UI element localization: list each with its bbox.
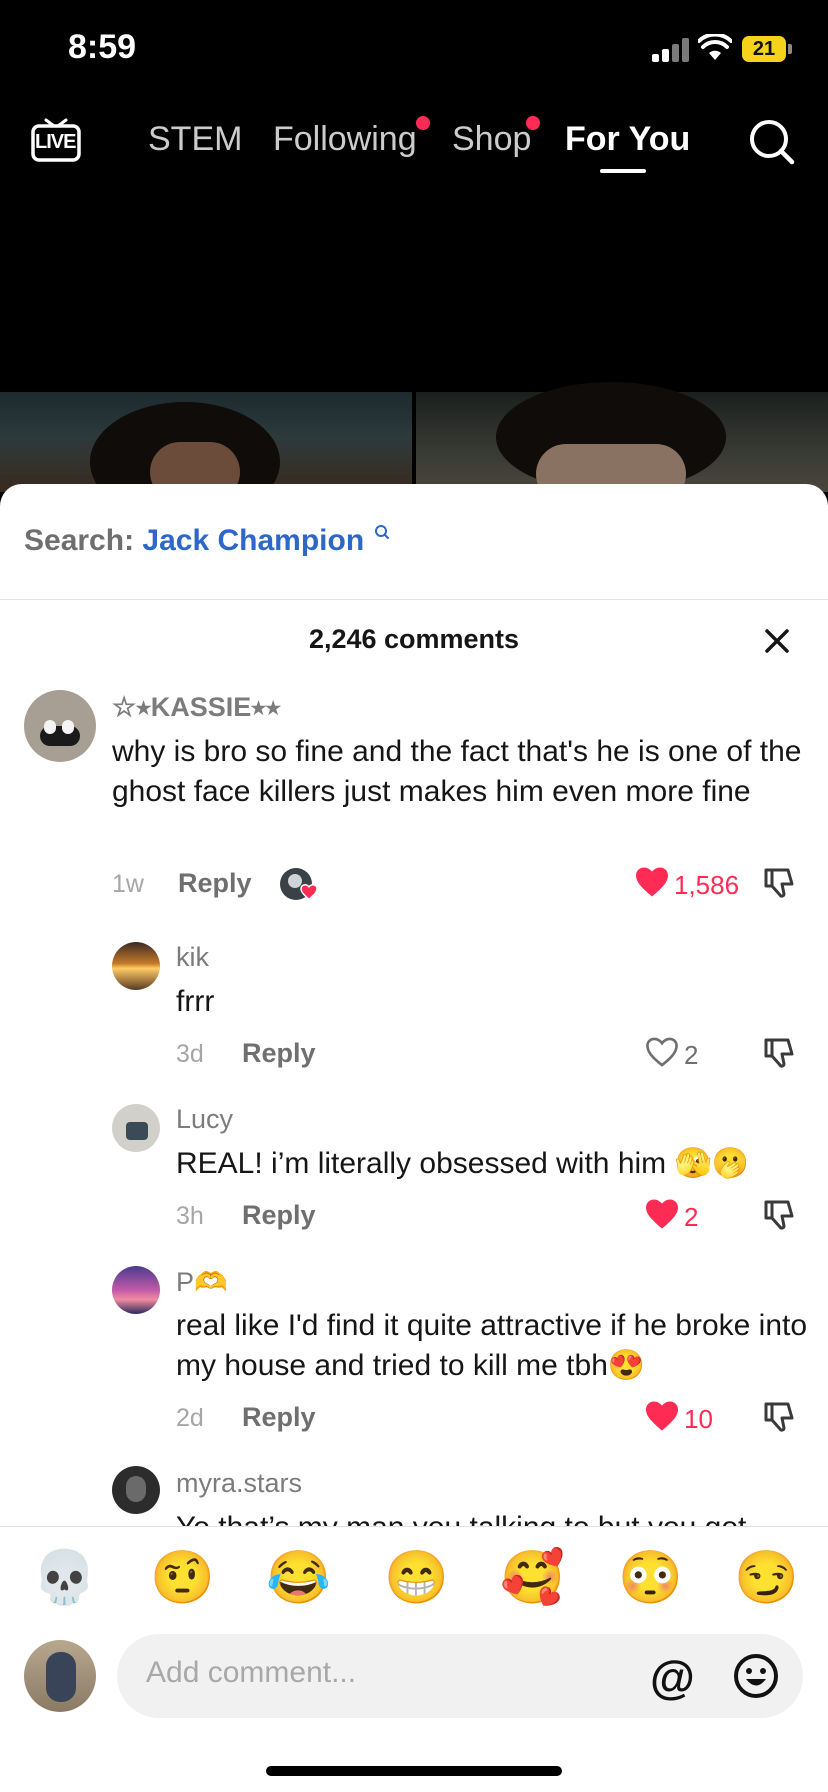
video-thumbnail-right[interactable] bbox=[416, 382, 828, 504]
heart-outline-icon[interactable] bbox=[644, 1036, 680, 1068]
tab-following[interactable]: Following bbox=[273, 120, 417, 159]
avatar[interactable] bbox=[24, 690, 96, 762]
search-suggestion[interactable]: Search: Jack Champion bbox=[24, 524, 390, 558]
search-small-icon bbox=[375, 525, 390, 539]
emoji-smirk[interactable]: 😏 bbox=[734, 1548, 799, 1608]
close-icon[interactable] bbox=[758, 622, 796, 660]
following-notification-dot bbox=[416, 116, 430, 130]
like-count: 10 bbox=[684, 1404, 713, 1434]
creator-heart-icon bbox=[300, 884, 318, 900]
dislike-icon[interactable] bbox=[762, 866, 796, 900]
shop-notification-dot bbox=[526, 116, 540, 130]
reply-button[interactable]: Reply bbox=[242, 1038, 316, 1069]
search-prefix: Search: bbox=[24, 524, 135, 557]
live-icon[interactable]: LIVE bbox=[30, 116, 82, 164]
comment-time: 2d bbox=[176, 1404, 204, 1432]
battery-tip bbox=[788, 44, 792, 54]
comment-text: Yo that’s my man you talking to but you … bbox=[176, 1508, 816, 1526]
tab-for-you[interactable]: For You bbox=[565, 120, 690, 159]
dislike-icon[interactable] bbox=[762, 1400, 796, 1434]
status-time: 8:59 bbox=[68, 28, 137, 66]
signal-icon bbox=[652, 38, 692, 62]
comment-username[interactable]: kik bbox=[176, 942, 209, 973]
comment-time: 3h bbox=[176, 1202, 204, 1230]
active-tab-indicator bbox=[600, 169, 646, 173]
divider bbox=[0, 1526, 828, 1527]
emoji-flushed[interactable]: 😳 bbox=[618, 1548, 683, 1608]
like-count: 1,586 bbox=[674, 870, 740, 900]
emoji-hearts[interactable]: 🥰 bbox=[500, 1548, 565, 1608]
battery-indicator: 21 bbox=[742, 36, 786, 62]
comment-username[interactable]: myra.stars bbox=[176, 1468, 302, 1499]
avatar[interactable] bbox=[112, 1266, 160, 1314]
home-indicator bbox=[266, 1766, 562, 1776]
heart-icon[interactable] bbox=[644, 1400, 680, 1432]
emoji-raised-eyebrow[interactable]: 🤨 bbox=[150, 1548, 215, 1608]
heart-icon[interactable] bbox=[634, 866, 670, 898]
dislike-icon[interactable] bbox=[762, 1198, 796, 1232]
live-label: LIVE bbox=[35, 131, 76, 153]
comment-text: REAL! i’m literally obsessed with him 🫣🫢 bbox=[176, 1147, 750, 1180]
reply-button[interactable]: Reply bbox=[242, 1200, 316, 1231]
comment-input-placeholder[interactable]: Add comment... bbox=[146, 1656, 356, 1690]
avatar[interactable] bbox=[112, 942, 160, 990]
reply-button[interactable]: Reply bbox=[178, 868, 252, 899]
search-icon[interactable] bbox=[748, 118, 796, 171]
emoji-joy[interactable]: 😂 bbox=[266, 1548, 331, 1608]
tab-shop[interactable]: Shop bbox=[452, 120, 531, 159]
emoji-skull[interactable]: 💀 bbox=[32, 1548, 97, 1608]
avatar[interactable] bbox=[112, 1466, 160, 1514]
comment-text: frrr bbox=[176, 985, 215, 1018]
at-icon[interactable]: @ bbox=[650, 1650, 695, 1704]
comment-username[interactable]: ☆⭑KASSIE⭑⭑ bbox=[112, 692, 280, 724]
comment-username[interactable]: Lucy bbox=[176, 1104, 233, 1135]
emoji-icon[interactable] bbox=[732, 1652, 780, 1705]
dislike-icon[interactable] bbox=[762, 1036, 796, 1070]
comment-text: real like I'd find it quite attractive i… bbox=[176, 1309, 808, 1382]
emoji-grin[interactable]: 😁 bbox=[384, 1548, 449, 1608]
video-thumbnail-left[interactable] bbox=[0, 392, 412, 522]
comment-time: 3d bbox=[176, 1040, 204, 1068]
comment-time: 1w bbox=[112, 870, 144, 898]
divider bbox=[0, 599, 828, 600]
comment-username[interactable]: P🫶 bbox=[176, 1266, 228, 1298]
reply-button[interactable]: Reply bbox=[242, 1402, 316, 1433]
user-avatar[interactable] bbox=[24, 1640, 96, 1712]
search-term-link[interactable]: Jack Champion bbox=[142, 524, 364, 557]
like-count: 2 bbox=[684, 1040, 699, 1070]
comments-count: 2,246 comments bbox=[308, 624, 520, 654]
like-count: 2 bbox=[684, 1202, 699, 1232]
heart-icon[interactable] bbox=[644, 1198, 680, 1230]
tab-stem[interactable]: STEM bbox=[148, 120, 242, 159]
comment-text-clip: Yo that’s my man you talking to but you … bbox=[176, 1508, 816, 1526]
avatar[interactable] bbox=[112, 1104, 160, 1152]
comment-text: why is bro so fine and the fact that's h… bbox=[112, 735, 802, 808]
wifi-icon bbox=[697, 32, 733, 67]
